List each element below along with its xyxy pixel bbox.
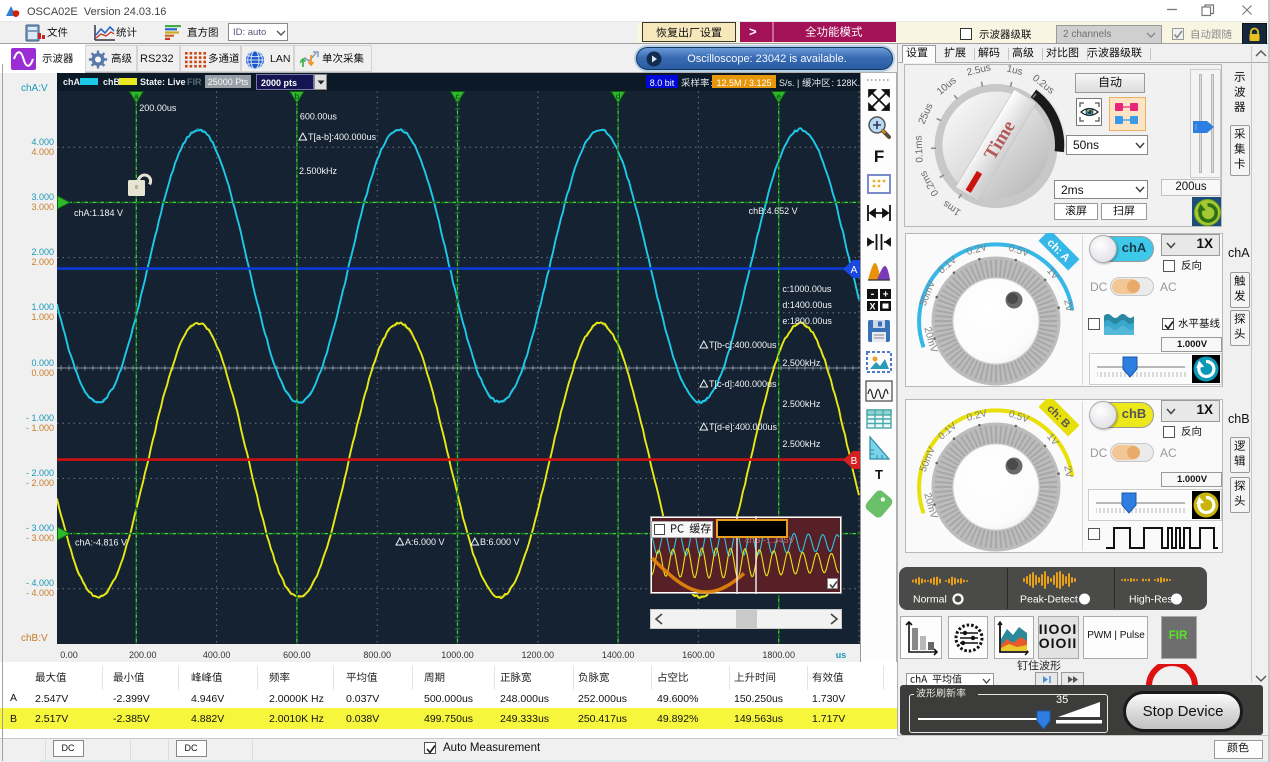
svg-text:a: a [134,92,139,101]
svg-text:Normal: Normal [913,594,947,606]
svg-text:T: T [875,467,883,482]
svg-text:High-Res: High-Res [1129,594,1173,606]
svg-text:T[c-d]:400.000us: T[c-d]:400.000us [709,379,777,389]
svg-text:+: + [883,290,889,301]
svg-text:T[b-c]:400.000us: T[b-c]:400.000us [709,340,777,350]
svg-text:T[d-e]:400.000us: T[d-e]:400.000us [709,422,778,432]
svg-text:A:6.000 V: A:6.000 V [405,537,445,547]
svg-text:e:1800.00us: e:1800.00us [782,316,832,326]
svg-text:2.5us: 2.5us [966,64,992,79]
svg-text:0.2ms: 0.2ms [918,169,941,198]
svg-text:1us: 1us [1005,64,1023,78]
svg-text:c:1000.00us: c:1000.00us [782,284,832,294]
svg-text:600.00us: 600.00us [300,112,338,122]
svg-text:A: A [851,265,858,276]
svg-text:2V: 2V [1061,465,1074,480]
svg-text:-: - [871,288,875,300]
svg-text:2.500kHz: 2.500kHz [782,399,821,409]
svg-text:B: B [851,456,858,467]
svg-text:2V: 2V [1061,299,1074,314]
svg-text:chB:4.652 V: chB:4.652 V [749,206,798,216]
svg-text:0.1ms: 0.1ms [913,135,925,163]
svg-text:F: F [874,147,884,166]
svg-text:0.5V: 0.5V [1007,409,1030,426]
svg-text:chA:1.184 V: chA:1.184 V [74,208,123,218]
svg-text:B:6.000 V: B:6.000 V [480,537,520,547]
svg-text:200.00us: 200.00us [139,103,177,113]
svg-text:2.500kHz: 2.500kHz [782,439,821,449]
svg-text:d:1400.00us: d:1400.00us [782,300,832,310]
svg-text:Peak-Detect: Peak-Detect [1020,594,1078,606]
svg-text:chA:-4.816 V: chA:-4.816 V [75,538,127,548]
svg-text:d: d [616,92,620,101]
svg-text:T[a-b]:400.000us: T[a-b]:400.000us [308,132,377,142]
svg-text:b: b [295,92,300,101]
svg-text:e: e [776,92,781,101]
svg-text:0.5V: 0.5V [1007,243,1030,260]
svg-text:1V: 1V [1044,266,1061,283]
svg-text:25us: 25us [917,102,936,126]
svg-text:1ms: 1ms [941,198,963,218]
svg-text:10us: 10us [935,75,959,97]
svg-text:X: X [869,302,875,312]
svg-text:2.500kHz: 2.500kHz [299,166,338,176]
svg-text:c: c [456,92,460,101]
svg-text:0.2V: 0.2V [966,408,989,424]
svg-text:1V: 1V [1044,432,1061,449]
svg-text:2.500kHz: 2.500kHz [782,358,821,368]
svg-text:0.2V: 0.2V [966,242,989,258]
